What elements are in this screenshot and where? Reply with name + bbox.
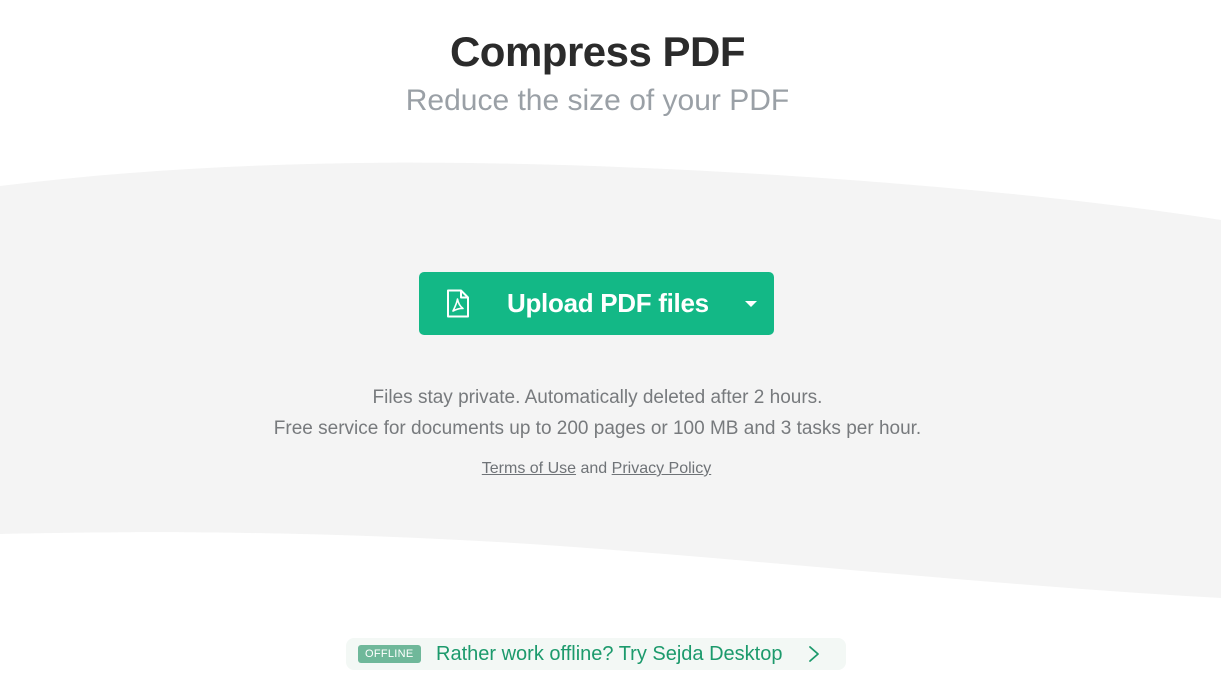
upload-pdf-button[interactable]: Upload PDF files <box>419 272 774 335</box>
page-title: Compress PDF <box>449 28 746 75</box>
limits-note: Free service for documents up to 200 pag… <box>273 418 922 439</box>
page-subtitle: Reduce the size of your PDF <box>405 84 790 117</box>
terms-of-use-link[interactable]: Terms of Use <box>482 460 576 477</box>
privacy-note: Files stay private. Automatically delete… <box>372 387 823 408</box>
offline-promo-text: Rather work offline? Try Sejda Desktop <box>436 643 783 665</box>
background-band <box>0 162 1221 599</box>
page: Compress PDF Reduce the size of your PDF… <box>0 0 1221 692</box>
privacy-policy-link[interactable]: Privacy Policy <box>612 460 712 477</box>
upload-button-label: Upload PDF files <box>507 288 709 318</box>
chevron-right-icon <box>809 646 819 662</box>
offline-badge: OFFLINE <box>358 645 421 663</box>
legal-links: Terms of Use and Privacy Policy <box>0 460 1193 478</box>
pdf-file-icon <box>447 289 469 318</box>
caret-down-icon[interactable] <box>742 294 760 312</box>
legal-and-text: and <box>580 460 608 477</box>
desktop-app-promo-link[interactable]: OFFLINE Rather work offline? Try Sejda D… <box>346 638 846 670</box>
